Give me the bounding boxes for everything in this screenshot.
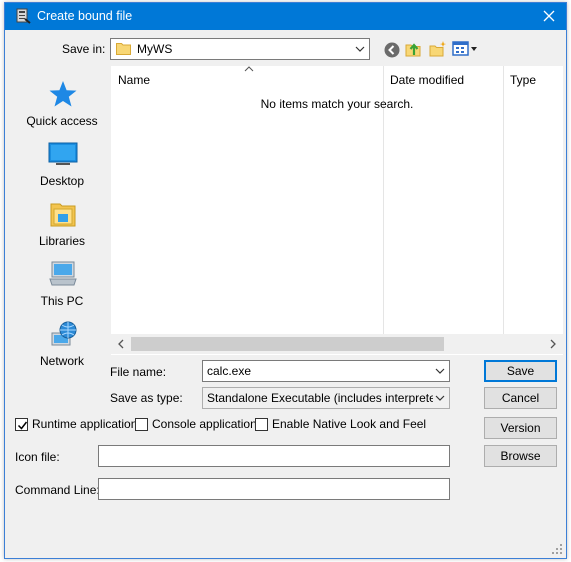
save-in-value: MyWS <box>137 42 173 56</box>
icon-file-label: Icon file: <box>15 450 60 464</box>
file-name-value: calc.exe <box>207 364 252 378</box>
new-folder-icon <box>429 41 447 57</box>
place-label: Libraries <box>38 234 86 248</box>
title-bar: Create bound file <box>5 3 566 30</box>
column-header-name[interactable]: Name <box>118 73 150 87</box>
file-list[interactable]: Name Date modified Type No items match y… <box>111 66 563 355</box>
file-name-input[interactable]: calc.exe <box>202 360 450 382</box>
place-label: Network <box>39 354 84 368</box>
quick-access-star-icon <box>49 81 77 107</box>
save-as-type-label: Save as type: <box>110 391 183 405</box>
place-libraries[interactable]: Libraries <box>14 200 110 256</box>
libraries-icon <box>50 203 76 227</box>
up-folder-icon <box>405 43 421 57</box>
place-quick-access[interactable]: Quick access <box>14 80 110 136</box>
save-as-type-dropdown[interactable]: Standalone Executable (includes interpre… <box>202 387 450 409</box>
chevron-down-icon <box>355 46 365 52</box>
close-icon <box>543 10 555 22</box>
app-icon <box>14 7 32 25</box>
sort-ascending-icon <box>244 66 254 72</box>
place-this-pc[interactable]: This PC <box>14 260 110 316</box>
console-application-label: Console application <box>152 417 257 431</box>
view-menu-icon <box>452 41 477 56</box>
new-folder-button[interactable] <box>429 40 447 58</box>
network-icon <box>51 321 77 346</box>
back-icon <box>384 42 400 58</box>
scroll-right-icon[interactable] <box>546 338 560 350</box>
place-network[interactable]: Network <box>14 320 110 376</box>
scrollbar-thumb[interactable] <box>131 337 444 351</box>
save-in-dropdown[interactable]: MyWS <box>110 38 370 60</box>
place-label: Desktop <box>39 174 85 188</box>
checkbox-box[interactable] <box>255 418 268 431</box>
up-folder-button[interactable] <box>405 40 423 58</box>
checkmark-icon <box>17 421 28 430</box>
save-dialog: Create bound file Save in: MyWS Quick ac… <box>4 2 567 559</box>
icon-file-input[interactable] <box>98 445 450 467</box>
save-in-label: Save in: <box>62 42 106 56</box>
close-button[interactable] <box>532 3 566 30</box>
runtime-application-label: Runtime application <box>32 417 138 431</box>
view-menu-button[interactable] <box>452 40 478 58</box>
back-button[interactable] <box>383 41 401 59</box>
column-header-date-modified[interactable]: Date modified <box>390 73 464 87</box>
command-line-label: Command Line: <box>15 483 100 497</box>
chevron-down-icon <box>435 395 445 401</box>
desktop-icon <box>48 142 78 165</box>
place-desktop[interactable]: Desktop <box>14 140 110 196</box>
checkbox-box[interactable] <box>135 418 148 431</box>
file-name-label: File name: <box>110 365 167 379</box>
horizontal-scrollbar[interactable] <box>111 334 563 354</box>
command-line-input[interactable] <box>98 478 450 500</box>
folder-icon <box>116 43 131 55</box>
scroll-left-icon[interactable] <box>114 338 128 350</box>
window-title: Create bound file <box>37 9 133 23</box>
resize-grip-icon[interactable] <box>552 544 562 554</box>
chevron-down-icon[interactable] <box>435 367 445 375</box>
save-button[interactable]: Save <box>484 360 557 382</box>
cancel-button[interactable]: Cancel <box>484 387 557 409</box>
native-look-label: Enable Native Look and Feel <box>272 417 427 431</box>
version-button[interactable]: Version <box>484 417 557 439</box>
browse-button[interactable]: Browse <box>484 445 557 467</box>
this-pc-icon <box>49 261 77 286</box>
places-bar: Quick access Desktop Libraries This PC N… <box>14 68 110 373</box>
place-label: This PC <box>40 294 84 308</box>
save-as-type-value: Standalone Executable (includes interpre… <box>207 391 433 405</box>
empty-message: No items match your search. <box>260 97 414 111</box>
place-label: Quick access <box>26 114 98 128</box>
column-header-type[interactable]: Type <box>510 73 536 87</box>
checkbox-box[interactable] <box>15 418 28 431</box>
